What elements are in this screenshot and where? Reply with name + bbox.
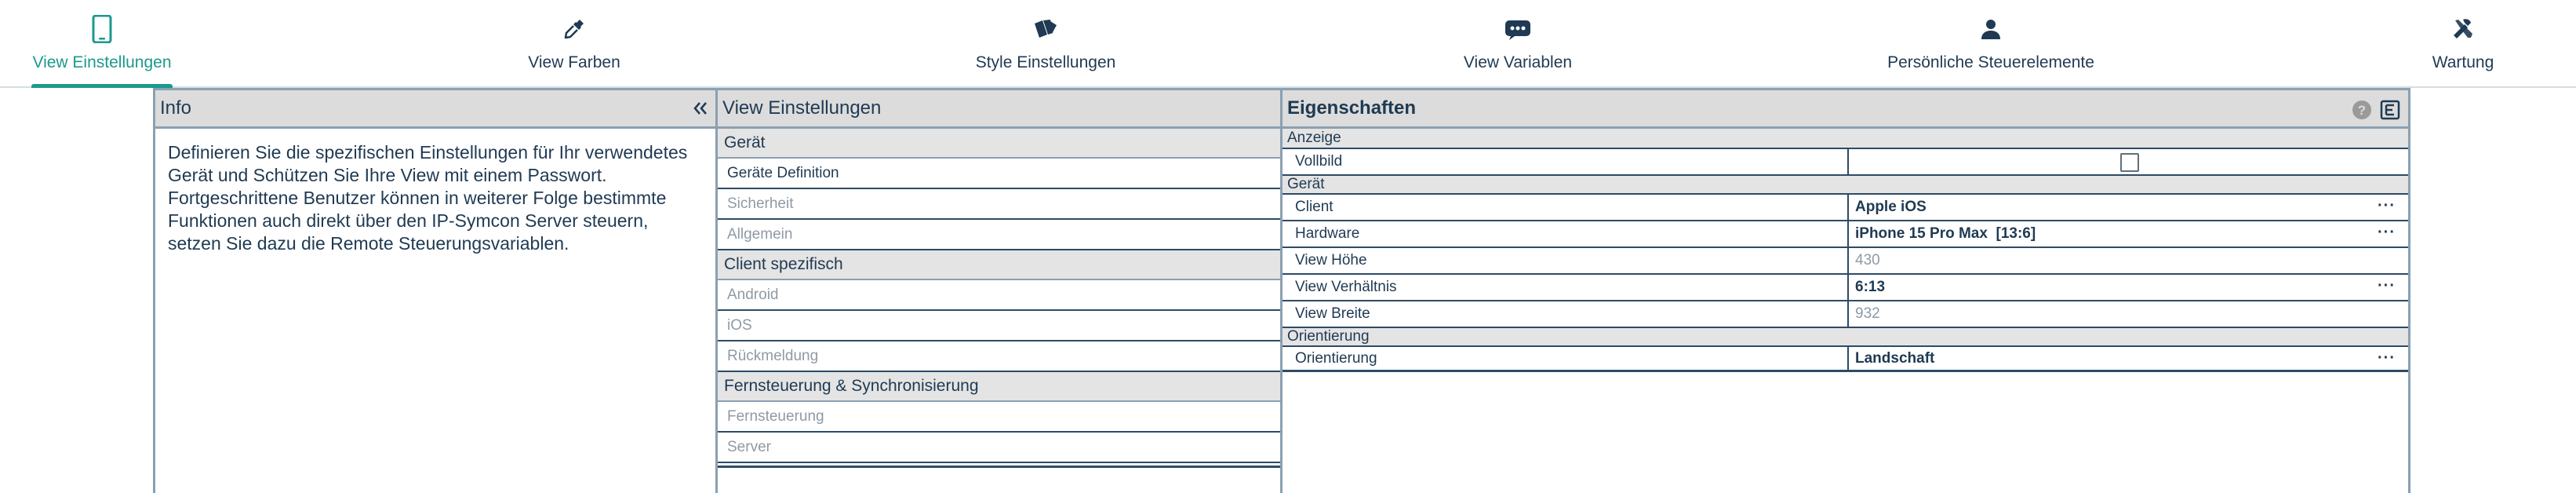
prop-key: View Höhe [1283, 248, 1849, 273]
nav-item-geraete-definition[interactable]: Geräte Definition [718, 159, 1280, 189]
prop-value: 6:13 ··· [1849, 275, 2408, 300]
view-hoehe-value: 430 [1855, 252, 1880, 268]
properties-title: Eigenschaften [1287, 97, 1417, 119]
prop-value: iPhone 15 Pro Max [13:6] ··· [1849, 221, 2408, 246]
nav-item-fernsteuerung[interactable]: Fernsteuerung [718, 402, 1280, 433]
help-icon[interactable]: ? [2352, 100, 2372, 126]
view-settings-header: View Einstellungen [718, 88, 1280, 129]
tab-view-einstellungen[interactable]: View Einstellungen [31, 0, 173, 88]
orientierung-value: Landschaft [1855, 349, 1935, 367]
properties-panel: Eigenschaften ? Anzeige Vollbild Gerät C… [1280, 88, 2410, 493]
tab-label: View Einstellungen [32, 53, 172, 71]
prop-row-client[interactable]: Client Apple iOS ··· [1283, 193, 2408, 220]
prop-row-view-verhaeltnis[interactable]: View Verhältnis 6:13 ··· [1283, 273, 2408, 300]
prop-section-anzeige: Anzeige [1283, 129, 2408, 148]
svg-text:?: ? [2358, 103, 2366, 118]
view-breite-value: 932 [1855, 305, 1880, 322]
prop-key: Client [1283, 195, 1849, 220]
info-panel: Info Definieren Sie die spezifischen Ein… [153, 88, 718, 493]
view-verhaeltnis-value: 6:13 [1855, 279, 1886, 295]
eyedropper-icon [559, 14, 589, 44]
active-tab-indicator [31, 84, 173, 88]
prop-row-hardware[interactable]: Hardware iPhone 15 Pro Max [13:6] ··· [1283, 220, 2408, 246]
style-cards-icon [1031, 14, 1061, 44]
nav-item-allgemein[interactable]: Allgemein [718, 220, 1280, 250]
tab-label: Wartung [2432, 53, 2494, 71]
tab-label: Persönliche Steuerelemente [1887, 53, 2094, 71]
tab-view-variablen[interactable]: View Variablen [1455, 0, 1581, 86]
section-geraet: Gerät [718, 129, 1280, 159]
prop-key: View Breite [1283, 301, 1849, 327]
prop-key: Hardware [1283, 221, 1849, 246]
nav-item-android[interactable]: Android [718, 280, 1280, 311]
view-settings-title: View Einstellungen [722, 97, 882, 119]
nav-item-sicherheit[interactable]: Sicherheit [718, 189, 1280, 220]
expand-panel-icon[interactable] [2380, 100, 2400, 126]
prop-key: Vollbild [1283, 149, 1849, 174]
prop-value: Apple iOS ··· [1849, 195, 2408, 220]
tab-persoenliche-steuerelemente[interactable]: Persönliche Steuerelemente [1881, 0, 2101, 86]
client-value: Apple iOS [1855, 199, 1927, 215]
prop-section-orientierung: Orientierung [1283, 327, 2408, 345]
list-end-divider [718, 463, 1280, 468]
properties-header: Eigenschaften ? [1283, 88, 2408, 129]
tab-label: Style Einstellungen [975, 53, 1116, 71]
top-navigation: View Einstellungen View Farben Style Ein… [0, 0, 2576, 88]
more-options-icon[interactable]: ··· [2378, 277, 2396, 295]
more-options-icon[interactable]: ··· [2378, 197, 2396, 215]
section-fernsteuerung-synchronisierung: Fernsteuerung & Synchronisierung [718, 372, 1280, 402]
variables-badge-icon [1503, 14, 1533, 44]
info-panel-title: Info [160, 97, 192, 119]
hardware-value: iPhone 15 Pro Max [13:6] [1855, 225, 2036, 242]
prop-key: Orientierung [1283, 347, 1849, 370]
info-panel-header: Info [155, 88, 718, 129]
nav-item-ios[interactable]: iOS [718, 311, 1280, 341]
tab-label: View Farben [528, 53, 620, 71]
info-description: Definieren Sie die spezifischen Einstell… [168, 142, 688, 254]
tab-label: View Variablen [1463, 53, 1573, 71]
nav-item-rueckmeldung[interactable]: Rückmeldung [718, 341, 1280, 372]
prop-row-vollbild: Vollbild [1283, 148, 2408, 174]
prop-section-geraet: Gerät [1283, 174, 2408, 193]
vollbild-checkbox[interactable] [2120, 153, 2139, 172]
prop-row-orientierung[interactable]: Orientierung Landschaft ··· [1283, 345, 2408, 372]
prop-row-view-breite: View Breite 932 [1283, 300, 2408, 327]
more-options-icon[interactable]: ··· [2378, 224, 2396, 242]
prop-row-view-hoehe: View Höhe 430 [1283, 246, 2408, 273]
section-client-spezifisch: Client spezifisch [718, 250, 1280, 280]
prop-key: View Verhältnis [1283, 275, 1849, 300]
more-options-icon[interactable]: ··· [2378, 349, 2396, 367]
nav-item-server[interactable]: Server [718, 433, 1280, 463]
tab-style-einstellungen[interactable]: Style Einstellungen [967, 0, 1124, 86]
prop-value [1849, 149, 2408, 174]
prop-value: Landschaft ··· [1849, 347, 2408, 370]
tab-view-farben[interactable]: View Farben [511, 0, 637, 86]
view-settings-panel: View Einstellungen Gerät Geräte Definiti… [715, 88, 1283, 493]
tools-icon [2448, 14, 2478, 44]
collapse-left-icon[interactable] [689, 98, 710, 119]
smartphone-icon [87, 14, 117, 44]
person-icon [1976, 14, 2006, 44]
tab-wartung[interactable]: Wartung [2424, 0, 2502, 86]
